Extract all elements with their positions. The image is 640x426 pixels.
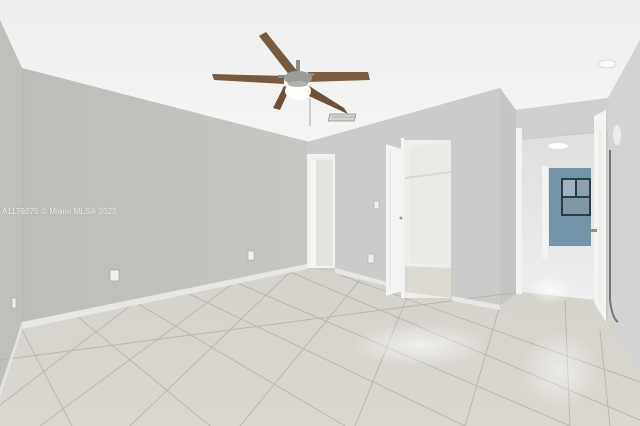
right-wall bbox=[608, 40, 640, 372]
hallway-ceiling-light bbox=[548, 143, 568, 149]
wall-fixture bbox=[613, 125, 621, 145]
smoke-detector bbox=[597, 59, 617, 69]
ceiling-vent bbox=[327, 113, 357, 122]
outlet-back-2 bbox=[367, 253, 375, 264]
outlet-left-low bbox=[11, 297, 17, 309]
hallway-doorframe-left bbox=[542, 166, 548, 258]
bedroom-door-knob bbox=[589, 229, 597, 232]
outlet-back bbox=[247, 250, 255, 261]
closet-door-knob bbox=[399, 216, 403, 220]
fan-downrod bbox=[296, 60, 300, 72]
closet-back-wall bbox=[410, 140, 451, 268]
closet-door bbox=[386, 144, 404, 296]
floor-reflection bbox=[350, 323, 490, 367]
photo-watermark: A1179275 © Miami MLS® 2025 bbox=[2, 207, 117, 216]
right-doorway-frame bbox=[516, 128, 522, 294]
room-photo: A1179275 © Miami MLS® 2025 bbox=[0, 0, 640, 426]
right-return-wall bbox=[500, 88, 516, 305]
outlet-left bbox=[109, 269, 120, 282]
light-switch bbox=[373, 200, 380, 210]
